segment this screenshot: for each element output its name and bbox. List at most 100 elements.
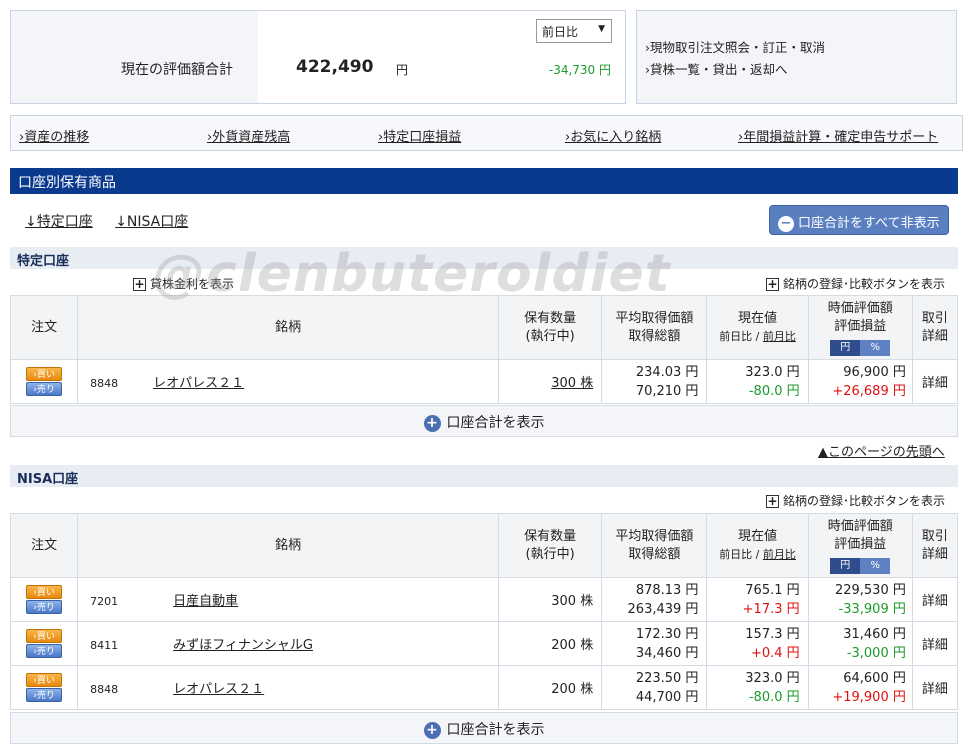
qty-value: 200 株 [551,682,594,697]
plus-box-icon: + [766,494,779,508]
current-price: 323.0 円 [745,670,800,686]
total-valuation-unit: 円 [396,63,409,77]
sell-button[interactable]: ›売り [26,600,63,614]
unrealized-pl: +26,689 円 [832,383,906,399]
buy-button[interactable]: ›買い [26,367,63,381]
table-header-row: 注文 銘柄 保有数量 (執行中) 平均取得価額 取得総額 現在値 前日比 / 前月比 … [9,295,959,360]
current-price: 323.0 円 [745,364,800,380]
stock-code: 8848 [90,377,119,390]
plus-circle-icon: + [423,722,441,739]
col-order: 注文 [9,295,79,360]
nav-asset-history[interactable]: ›資産の推移 [19,126,89,145]
total-cost: 263,439 円 [627,601,699,617]
col-avg: 平均取得価額 取得総額 [601,295,708,360]
tokutei-holdings-table: 注文 銘柄 保有数量 (執行中) 平均取得価額 取得総額 現在値 前日比 / 前月比 … [9,295,959,404]
col-current: 現在値 前日比 / 前月比 [706,295,809,360]
detail-link[interactable]: 詳細 [922,638,948,653]
detail-link[interactable]: 詳細 [922,594,948,609]
nisa-header: NISA口座 [10,465,958,487]
table-row: ›買い ›売り 8848 レオパレス２１ 200 株 223.50 円 44,700 … [9,665,959,710]
avg-price: 878.13 円 [635,582,699,598]
qty-value: 300 株 [551,594,594,609]
stock-name-link[interactable]: レオパレス２１ [153,376,244,391]
sort-month-link[interactable]: 前月比 [763,548,796,561]
order-buttons: ›買い ›売り [9,359,79,404]
plus-box-icon: + [133,277,146,291]
show-compare-buttons-link[interactable]: + 銘柄の登録･比較ボタンを表示 [766,492,945,509]
col-qty: 保有数量 (執行中) [498,295,603,360]
nav-favorites[interactable]: ›お気に入り銘柄 [565,126,661,145]
order-inquiry-link[interactable]: ›現物取引注文照会・訂正・取消 [645,40,825,55]
unit-toggle[interactable]: 円% [830,556,891,574]
plus-box-icon: + [766,277,779,291]
detail-link[interactable]: 詳細 [922,376,948,391]
compare-period-select[interactable]: 前日比 ▼ [536,19,612,43]
price-change: +17.3 円 [742,601,800,617]
nav-tokutei-pl[interactable]: ›特定口座損益 [378,126,461,145]
stock-code: 8411 [90,639,119,652]
buy-button[interactable]: ›買い [26,585,63,599]
stock-name-link[interactable]: 日産自動車 [173,594,238,609]
current-price: 157.3 円 [745,626,800,642]
col-name: 銘柄 [77,513,500,578]
qty-link[interactable]: 300 株 [551,376,593,391]
unrealized-pl: +19,900 円 [832,689,906,705]
sell-button[interactable]: ›売り [26,688,63,702]
table-header-row: 注文 銘柄 保有数量 (執行中) 平均取得価額 取得総額 現在値 前日比 / 前月比 … [9,513,959,578]
show-nisa-total-button[interactable]: + 口座合計を表示 [10,712,958,744]
sort-month-link[interactable]: 前月比 [763,330,796,343]
detail-link[interactable]: 詳細 [922,682,948,697]
show-compare-buttons-link[interactable]: + 銘柄の登録･比較ボタンを表示 [766,275,945,292]
unit-toggle[interactable]: 円% [830,338,891,356]
stock-lending-link[interactable]: ›貸株一覧・貸出・返却へ [645,62,788,77]
stock-name-link[interactable]: みずほフィナンシャルG [173,638,313,653]
sell-button[interactable]: ›売り [26,382,63,396]
col-detail: 取引 詳細 [911,513,959,578]
col-name: 銘柄 [77,295,500,360]
section-title: 口座別保有商品 [10,168,958,194]
price-change: +0.4 円 [750,645,800,661]
nav-foreign-assets[interactable]: ›外貨資産残高 [207,126,290,145]
jump-nisa-link[interactable]: ↓NISA口座 [115,214,188,230]
total-cost: 44,700 円 [635,689,699,705]
col-detail: 取引 詳細 [911,295,959,360]
asset-nav-bar: ›資産の推移 ›外貨資産残高 ›特定口座損益 ›お気に入り銘柄 ›年間損益計算・… [10,115,963,151]
buy-button[interactable]: ›買い [26,629,63,643]
jump-tokutei-link[interactable]: ↓特定口座 [25,214,93,230]
plus-circle-icon: + [423,415,441,432]
tokutei-header: 特定口座 [10,247,958,269]
current-price: 765.1 円 [745,582,800,598]
page-top-link[interactable]: ▲このページの先頭へ [818,441,945,460]
show-compare-buttons-label: 銘柄の登録･比較ボタンを表示 [783,494,946,508]
market-value: 31,460 円 [843,626,906,642]
show-tokutei-total-button[interactable]: + 口座合計を表示 [10,405,958,437]
hide-all-totals-button[interactable]: − 口座合計をすべて非表示 [769,205,949,235]
show-compare-buttons-label: 銘柄の登録･比較ボタンを表示 [783,277,946,291]
buy-button[interactable]: ›買い [26,673,63,687]
show-total-label: 口座合計を表示 [446,722,545,738]
total-valuation-value: 422,490 [296,57,374,77]
stock-code: 8848 [90,683,119,696]
show-lending-rate-link[interactable]: + 貸株金利を表示 [133,275,234,292]
stock-name-link[interactable]: レオパレス２１ [173,682,264,697]
valuation-summary: 現在の評価額合計 422,490 円 前日比 ▼ -34,730 円 [10,10,626,104]
avg-price: 234.03 円 [635,364,699,380]
sell-button[interactable]: ›売り [26,644,63,658]
market-value: 64,600 円 [843,670,906,686]
col-avg: 平均取得価額 取得総額 [601,513,708,578]
show-total-label: 口座合計を表示 [446,415,545,431]
chevron-down-icon: ▼ [598,24,605,34]
nav-annual-pl[interactable]: ›年間損益計算・確定申告サポート [738,126,938,145]
hide-all-totals-label: 口座合計をすべて非表示 [798,216,940,231]
minus-circle-icon: − [778,216,794,232]
col-value: 時価評価額 評価損益円% [807,295,913,360]
table-row: ›買い ›売り 8848 レオパレス２１ 300 株 234.03 円 70,210 … [9,359,959,404]
qty-value: 200 株 [551,638,594,653]
show-lending-rate-label: 貸株金利を表示 [150,277,235,291]
col-current: 現在値 前日比 / 前月比 [706,513,809,578]
col-value: 時価評価額 評価損益円% [807,513,913,578]
unrealized-pl: -33,909 円 [838,601,906,617]
total-change-value: -34,730 円 [548,63,611,77]
quick-links-panel: ›現物取引注文照会・訂正・取消 ›貸株一覧・貸出・返却へ [636,10,957,104]
table-row: ›買い ›売り 7201 日産自動車 300 株 878.13 円 263,439 円… [9,577,959,622]
